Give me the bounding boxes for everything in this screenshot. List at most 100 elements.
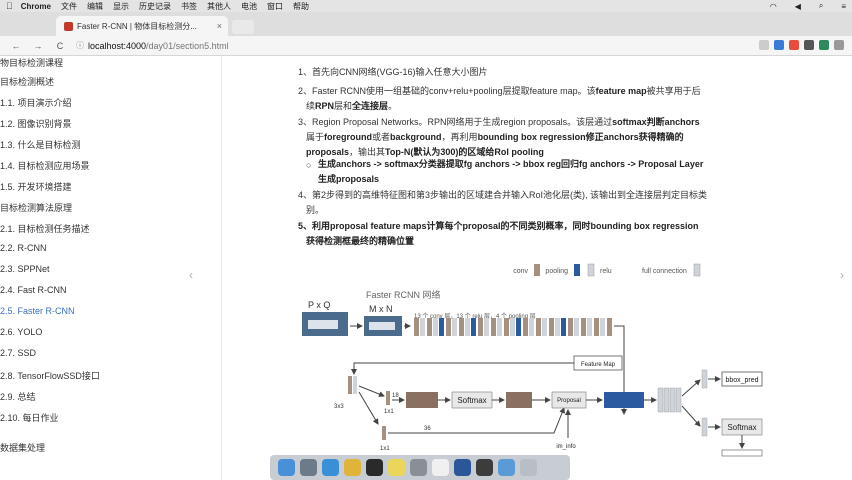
downloads-icon[interactable] xyxy=(498,459,515,476)
legend-pooling-swatch xyxy=(574,264,580,276)
menu-dots-icon[interactable] xyxy=(834,40,844,50)
menu-icon[interactable]: ≡ xyxy=(841,2,846,11)
step-5: 5、利用proposal feature maps计算每个proposal的不同… xyxy=(298,219,848,249)
rpn-reg-conv xyxy=(382,426,386,440)
browser-tab[interactable]: Faster R-CNN | 物体目标检测分... × xyxy=(56,16,228,36)
mac-dock xyxy=(270,455,570,480)
address-bar[interactable]: ⓘ localhost:4000 /day01/section5.html xyxy=(76,40,229,51)
toc-item[interactable]: 1.2. 图像识别背景 xyxy=(0,117,72,130)
pycharm-icon[interactable] xyxy=(366,459,383,476)
notes-icon[interactable] xyxy=(388,459,405,476)
wifi-icon[interactable]: ◠ xyxy=(770,2,777,11)
back-icon[interactable]: ← xyxy=(10,41,22,51)
reshape-block xyxy=(506,392,532,408)
toc-item[interactable]: 1.5. 开发环境搭建 xyxy=(0,180,72,193)
step-2-bold: 全连接层 xyxy=(352,101,389,111)
step-3-sub-line: 生成proposals xyxy=(318,174,380,184)
step-3-sub-line: 生成anchors -> softmax分类器提取fg anchors -> b… xyxy=(318,159,704,169)
toc-item[interactable]: 1.3. 什么是目标检测 xyxy=(0,138,81,151)
menu-history[interactable]: 历史记录 xyxy=(139,1,171,12)
step-3-text: 属于 xyxy=(306,132,325,142)
flow-arrow xyxy=(681,379,701,397)
step-3-sub: 生成anchors -> softmax分类器提取fg anchors -> b… xyxy=(318,157,848,187)
extension-icon[interactable] xyxy=(774,40,784,50)
settings-icon[interactable] xyxy=(410,459,427,476)
menu-file[interactable]: 文件 xyxy=(61,1,77,12)
rpn-conv-3x3 xyxy=(348,376,352,394)
toc-item[interactable]: 2.2. R-CNN xyxy=(0,243,47,253)
feature-map-label: Feature Map xyxy=(581,362,616,368)
toc-item[interactable]: 2.9. 总结 xyxy=(0,390,36,403)
app-icon[interactable] xyxy=(476,459,493,476)
toc-item[interactable]: 2.10. 每日作业 xyxy=(0,411,59,424)
finder-icon[interactable] xyxy=(278,459,295,476)
fc-stack xyxy=(657,387,682,413)
flow-arrow xyxy=(358,385,385,397)
menu-app-name[interactable]: Chrome xyxy=(21,2,51,11)
extension-icon[interactable] xyxy=(819,40,829,50)
step-4-text: 别。 xyxy=(306,205,325,215)
menu-edit[interactable]: 编辑 xyxy=(87,1,103,12)
step-2: 2、Faster RCNN使用一组基础的conv+relu+pooling层提取… xyxy=(298,84,838,114)
extension-icon[interactable] xyxy=(789,40,799,50)
new-tab-button[interactable] xyxy=(232,20,254,34)
menu-bookmarks[interactable]: 书签 xyxy=(181,1,197,12)
legend-conv-label: conv xyxy=(513,268,528,275)
step-2-text: 2、Faster RCNN使用一组基础的conv+relu+pooling层提取… xyxy=(298,86,596,96)
fc-bbox xyxy=(701,369,708,389)
extension-icon[interactable] xyxy=(804,40,814,50)
menu-people[interactable]: 其他人 xyxy=(207,1,231,12)
toc-item[interactable]: 1.1. 项目演示介绍 xyxy=(0,96,72,109)
trash-icon[interactable] xyxy=(520,459,537,476)
toc-book-title[interactable]: 物目标检测课程 xyxy=(0,56,63,69)
forward-icon[interactable]: → xyxy=(32,41,44,51)
menu-window[interactable]: 窗口 xyxy=(267,1,283,12)
apple-icon[interactable]:  xyxy=(6,1,13,11)
faster-rcnn-diagram: conv pooling relu full connection Faster… xyxy=(302,263,763,457)
prev-page-icon[interactable]: ‹ xyxy=(189,268,193,282)
reload-icon[interactable]: C xyxy=(54,41,66,51)
safari-icon[interactable] xyxy=(322,459,339,476)
tab-close-icon[interactable]: × xyxy=(217,21,222,31)
step-3-text: ，再利用 xyxy=(441,132,478,142)
flow-arrow xyxy=(681,405,701,427)
kernel-1x1-reg-label: 1x1 xyxy=(380,446,390,452)
legend-relu-swatch xyxy=(587,263,595,277)
step-2-text: 被共享用于后 xyxy=(646,86,701,96)
toc-item[interactable]: 2.4. Fast R-CNN xyxy=(0,285,67,295)
launchpad-icon[interactable] xyxy=(300,459,317,476)
toc-item[interactable]: 2.1. 目标检测任务描述 xyxy=(0,222,90,235)
toc-item[interactable]: 2.8. TensorFlowSSD接口 xyxy=(0,369,100,382)
menu-battery[interactable]: 电池 xyxy=(241,1,257,12)
reshape-block xyxy=(406,392,438,408)
kernel-1x1-cls-label: 1x1 xyxy=(384,409,394,415)
chrome-icon[interactable] xyxy=(344,459,361,476)
step-3-text: 或者 xyxy=(372,132,391,142)
toc-item[interactable]: 2.6. YOLO xyxy=(0,327,42,337)
flow-arrow xyxy=(388,407,565,434)
resized-image-car xyxy=(369,322,395,330)
step-4: 4、第2步得到的高维特征图和第3步输出的区域建合并输入RoI池化层(类), 该输… xyxy=(298,188,838,218)
step-3: 3、Region Proposal Networks。RPN网络用于生成regi… xyxy=(298,115,838,160)
kernel-3x3-label: 3x3 xyxy=(334,404,344,410)
softmax-label: Softmax xyxy=(457,396,486,405)
search-icon[interactable]: ⌕ xyxy=(819,1,823,11)
step-3-bold: bounding box regression修正anchors获得精确的 xyxy=(477,132,684,142)
toc-item[interactable]: 1.4. 目标检测应用场景 xyxy=(0,159,90,172)
toc-item[interactable]: 2.3. SPPNet xyxy=(0,264,50,274)
terminal-icon[interactable] xyxy=(432,459,449,476)
step-3-text: ，输出其 xyxy=(349,147,386,157)
word-icon[interactable] xyxy=(454,459,471,476)
menu-view[interactable]: 显示 xyxy=(113,1,129,12)
toc-item[interactable]: 2.7. SSD xyxy=(0,348,36,358)
toc-item-active[interactable]: 2.5. Faster R-CNN xyxy=(0,306,75,316)
menu-help[interactable]: 帮助 xyxy=(293,1,309,12)
toc-chapter-2[interactable]: 目标检测算法原理 xyxy=(0,201,72,214)
star-icon[interactable] xyxy=(759,40,769,50)
legend-conv-swatch xyxy=(534,264,540,276)
step-3-bold: background xyxy=(390,132,442,142)
toc-chapter-1[interactable]: 目标检测概述 xyxy=(0,75,54,88)
toc-chapter-3[interactable]: 数据集处理 xyxy=(0,441,45,454)
volume-icon[interactable]: ◀ xyxy=(795,2,801,11)
step-5-bold: 获得检测框最终的精确位置 xyxy=(306,236,415,246)
